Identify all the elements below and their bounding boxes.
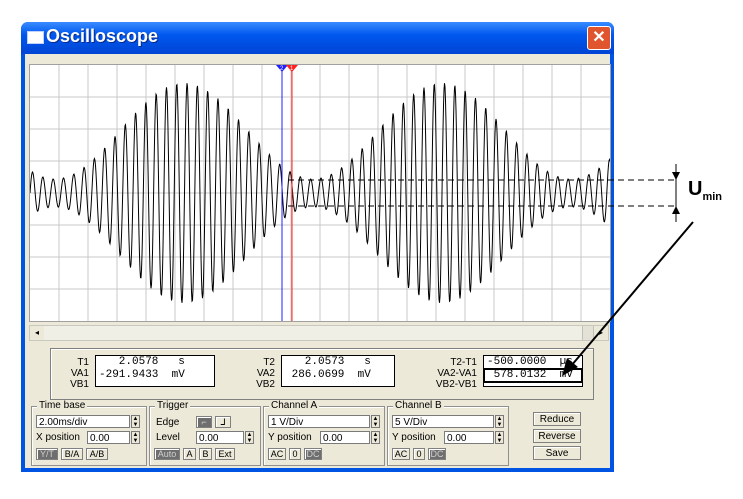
umin-arrow-top — [672, 172, 680, 180]
umin-label: Umin — [688, 178, 723, 203]
umin-arrow-bottom — [672, 206, 680, 214]
pointer-line — [570, 221, 694, 367]
annotation-overlay — [288, 164, 694, 376]
